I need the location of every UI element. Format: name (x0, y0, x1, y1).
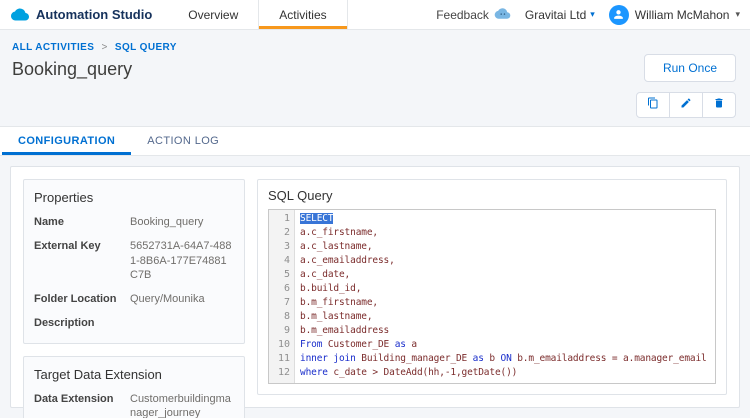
target-data-extension-panel: Target Data Extension Data ExtensionCust… (23, 356, 245, 418)
page-header: ALL ACTIVITIES > SQL QUERY Booking_query… (0, 30, 750, 126)
content-area: Properties NameBooking_queryExternal Key… (0, 156, 750, 418)
run-once-button[interactable]: Run Once (644, 54, 736, 82)
field-label: Description (34, 316, 130, 330)
top-tab-overview[interactable]: Overview (168, 0, 258, 29)
gutter-line-number: 11 (269, 352, 290, 366)
code-line: b.m_emailaddress (300, 324, 715, 338)
field-row: Data ExtensionCustomerbuildingmanager_jo… (34, 392, 234, 418)
org-selector[interactable]: Gravitai Ltd ▾ (525, 8, 595, 22)
field-label: Name (34, 215, 130, 229)
sql-query-panel: SQL Query 123456789101112 SELECTa.c_firs… (257, 179, 727, 395)
code-line: a.c_date, (300, 268, 715, 282)
field-value: Customerbuildingmanager_journey (130, 392, 234, 418)
feedback-label: Feedback (436, 8, 489, 22)
edit-button[interactable] (669, 92, 703, 118)
breadcrumb-sql-query[interactable]: SQL QUERY (115, 42, 177, 53)
code-line: SELECT (300, 212, 715, 226)
field-value (130, 316, 234, 330)
breadcrumb: ALL ACTIVITIES > SQL QUERY (12, 42, 738, 53)
right-column: SQL Query 123456789101112 SELECTa.c_firs… (257, 179, 727, 395)
tab-configuration[interactable]: CONFIGURATION (2, 127, 131, 155)
editor-code: SELECTa.c_firstname,a.c_lastname,a.c_ema… (295, 210, 715, 383)
code-line: a.c_emailaddress, (300, 254, 715, 268)
field-value: 5652731A-64A7-4881-8B6A-177E74881C7B (130, 239, 234, 282)
properties-panel: Properties NameBooking_queryExternal Key… (23, 179, 245, 344)
user-avatar (609, 5, 629, 25)
sql-query-title: SQL Query (268, 188, 716, 203)
app-title: Automation Studio (36, 7, 152, 22)
feedback-cloud-icon (494, 7, 511, 23)
code-line: From Customer_DE as a (300, 338, 715, 352)
top-bar: Automation Studio Overview Activities Fe… (0, 0, 750, 30)
org-caret-icon: ▾ (590, 9, 595, 20)
field-value: Query/Mounika (130, 292, 234, 306)
activity-actions (636, 92, 736, 118)
user-menu[interactable]: William McMahon ▾ (609, 5, 740, 25)
code-line: b.build_id, (300, 282, 715, 296)
brand: Automation Studio (0, 0, 168, 29)
top-nav: Overview Activities (168, 0, 347, 29)
field-row: External Key5652731A-64A7-4881-8B6A-177E… (34, 239, 234, 282)
target-data-extension-fields: Data ExtensionCustomerbuildingmanager_jo… (34, 392, 234, 418)
gutter-line-number: 8 (269, 310, 290, 324)
configuration-card: Properties NameBooking_queryExternal Key… (10, 166, 740, 408)
code-line: where c_date > DateAdd(hh,-1,getDate()) (300, 366, 715, 380)
gutter-line-number: 12 (269, 366, 290, 380)
code-line: a.c_lastname, (300, 240, 715, 254)
gutter-line-number: 9 (269, 324, 290, 338)
field-row: Folder LocationQuery/Mounika (34, 292, 234, 306)
top-tab-activities[interactable]: Activities (258, 0, 347, 29)
copy-button[interactable] (636, 92, 670, 118)
field-label: External Key (34, 239, 130, 282)
field-row: NameBooking_query (34, 215, 234, 229)
gutter-line-number: 3 (269, 240, 290, 254)
cloud-logo-icon (10, 7, 30, 22)
target-data-extension-title: Target Data Extension (34, 367, 234, 382)
top-right-cluster: Feedback Gravitai Ltd ▾ William McMahon … (436, 0, 750, 29)
field-label: Folder Location (34, 292, 130, 306)
code-line: b.m_firstname, (300, 296, 715, 310)
editor-gutter: 123456789101112 (269, 210, 295, 383)
gutter-line-number: 7 (269, 296, 290, 310)
delete-button[interactable] (702, 92, 736, 118)
pencil-icon (680, 96, 692, 114)
tab-action-log[interactable]: ACTION LOG (131, 127, 235, 155)
app-root: Automation Studio Overview Activities Fe… (0, 0, 750, 418)
gutter-line-number: 10 (269, 338, 290, 352)
page-title: Booking_query (12, 59, 738, 80)
gutter-line-number: 6 (269, 282, 290, 296)
code-line: inner join Building_manager_DE as b ON b… (300, 352, 715, 366)
code-line: b.m_lastname, (300, 310, 715, 324)
sql-editor[interactable]: 123456789101112 SELECTa.c_firstname,a.c_… (268, 209, 716, 384)
breadcrumb-all-activities[interactable]: ALL ACTIVITIES (12, 42, 94, 53)
trash-icon (713, 96, 725, 114)
gutter-line-number: 2 (269, 226, 290, 240)
config-tab-bar: CONFIGURATION ACTION LOG (0, 126, 750, 156)
properties-title: Properties (34, 190, 234, 205)
gutter-line-number: 4 (269, 254, 290, 268)
left-column: Properties NameBooking_queryExternal Key… (23, 179, 245, 395)
user-caret-icon: ▾ (735, 9, 740, 20)
user-name: William McMahon (635, 8, 730, 22)
code-line: a.c_firstname, (300, 226, 715, 240)
gutter-line-number: 1 (269, 212, 290, 226)
copy-icon (647, 96, 659, 114)
feedback-link[interactable]: Feedback (436, 7, 511, 23)
field-row: Description (34, 316, 234, 330)
properties-fields: NameBooking_queryExternal Key5652731A-64… (34, 215, 234, 331)
field-label: Data Extension (34, 392, 130, 418)
breadcrumb-separator: > (101, 42, 107, 53)
field-value: Booking_query (130, 215, 234, 229)
org-name: Gravitai Ltd (525, 8, 586, 22)
gutter-line-number: 5 (269, 268, 290, 282)
